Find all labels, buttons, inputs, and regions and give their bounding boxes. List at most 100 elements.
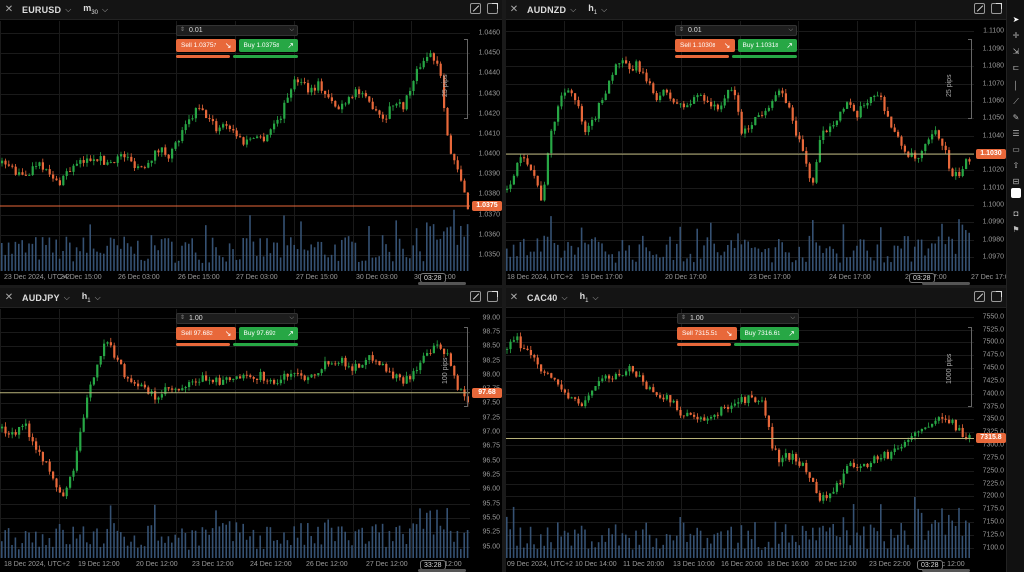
popout-icon[interactable] <box>487 291 498 302</box>
pen-icon[interactable]: ✎ <box>1007 112 1024 124</box>
close-icon[interactable]: ✕ <box>0 292 18 303</box>
volume-bar <box>157 250 159 271</box>
price-chart[interactable] <box>0 21 470 285</box>
pointer-arrow-icon[interactable]: ⇲ <box>1007 46 1024 58</box>
volume-bar <box>509 256 511 271</box>
fibonacci-icon[interactable]: ☰ <box>1007 128 1024 140</box>
candle-body <box>795 120 798 136</box>
price-axis[interactable]: 1.1100 1.1090 1.1080 1.1070 1.1060 1.1050 1.10… <box>974 21 1006 271</box>
price-label-icon[interactable]: ⊟ <box>1007 176 1024 188</box>
price-axis[interactable]: 1.0460 1.0450 1.0440 1.0430 1.0420 1.0410 1.04… <box>470 21 502 271</box>
volume-bar <box>856 245 858 271</box>
chevron-down-icon[interactable]: ⌵ <box>790 314 795 323</box>
trendline-icon[interactable]: ⟋ <box>1007 96 1024 108</box>
color-swatch-icon[interactable] <box>1011 188 1021 198</box>
buy-sentiment-bar <box>232 55 298 58</box>
timeframe-selector[interactable]: m30 <box>83 3 98 16</box>
price-chart[interactable] <box>0 309 470 572</box>
chevron-down-icon[interactable]: ⌵ <box>788 26 793 35</box>
time-axis[interactable]: 23 Dec 2024, UTC+2 24 Dec 15:00 26 Dec 03:… <box>0 271 470 285</box>
timeframe-selector[interactable]: h1 <box>588 3 597 16</box>
buy-button[interactable]: Buy 1.03758 ↗ <box>238 39 298 52</box>
time-axis[interactable]: 09 Dec 2024, UTC+2 10 Dec 14:00 11 Dec 20:… <box>505 558 974 572</box>
popout-icon[interactable] <box>487 3 498 14</box>
sell-button[interactable]: Sell 97.682 ↘ <box>176 327 236 340</box>
arrow-up-icon[interactable]: ⇧ <box>1007 160 1024 172</box>
sell-button[interactable]: Sell 7315.51 ↘ <box>677 327 737 340</box>
chevron-down-icon[interactable]: ⌵ <box>592 293 598 303</box>
crosshair-icon[interactable]: ✛ <box>1007 30 1024 42</box>
edit-icon[interactable] <box>974 291 985 302</box>
alarm-icon[interactable]: ⚑ <box>1007 224 1024 236</box>
candle-body <box>276 383 279 384</box>
chart-panel-audnzd[interactable]: ✕ AUDNZD ⌵ h1 ⌵ 1.1100 1.1090 1.1080 1.1070 1.106… <box>505 0 1006 285</box>
chart-panel-audjpy[interactable]: ✕AUDJPY⌵h1⌵99.0098.7598.5098.2598.0097.7… <box>0 288 502 572</box>
chevron-down-icon[interactable]: ⌵ <box>289 314 294 323</box>
timeframe-selector[interactable]: h1 <box>580 291 589 304</box>
candle-body <box>38 162 41 167</box>
camera-icon[interactable]: ◘ <box>1007 208 1024 220</box>
volume-bar <box>920 512 923 558</box>
time-axis[interactable]: 18 Dec 2024, UTC+2 19 Dec 12:00 20 Dec 12:… <box>0 558 470 572</box>
quantity-input[interactable]: ⇕ 0.01 ⌵ <box>176 25 298 36</box>
chevron-down-icon[interactable]: ⌵ <box>102 5 108 15</box>
edit-icon[interactable] <box>974 3 985 14</box>
sell-button[interactable]: Sell 1.03757 ↘ <box>176 39 236 52</box>
edit-icon[interactable] <box>470 3 481 14</box>
price-axis[interactable]: 99.0098.7598.5098.2598.0097.7597.5097.25… <box>470 309 502 558</box>
price-chart[interactable] <box>505 21 974 285</box>
chart-panel-eurusd[interactable]: ✕ EURUSD ⌵ m30 ⌵ 1.0460 1.0450 1.0440 1.0430 1.04… <box>0 0 502 285</box>
volume-bar <box>103 543 105 558</box>
chevron-down-icon[interactable]: ⌵ <box>601 5 607 15</box>
volume-bar <box>283 215 285 271</box>
chevron-down-icon[interactable]: ⌵ <box>289 26 294 35</box>
edit-icon[interactable] <box>470 291 481 302</box>
chevron-down-icon[interactable]: ⌵ <box>65 5 71 15</box>
candle-body <box>133 382 136 384</box>
stepper-icon[interactable]: ⇕ <box>180 26 185 35</box>
candle-body <box>143 167 146 169</box>
chevron-down-icon[interactable]: ⌵ <box>64 293 70 303</box>
chart-panel-cac40[interactable]: ✕ CAC40 ⌵ h1 ⌵ 7550.0 7525.0 7500.0 7475.0 7450.0… <box>505 288 1006 572</box>
volume-bar <box>143 260 146 271</box>
price-tick: 1.1050 <box>982 114 1004 122</box>
candle-body <box>201 375 204 382</box>
cursor-icon[interactable]: ➤ <box>1007 14 1024 26</box>
buy-button[interactable]: Buy 7316.61 ↗ <box>739 327 799 340</box>
candle-body <box>965 159 968 170</box>
timeframe-selector[interactable]: h1 <box>82 291 91 304</box>
panel-divider-horizontal[interactable] <box>0 285 1006 288</box>
stepper-icon[interactable]: ⇕ <box>679 26 684 35</box>
close-icon[interactable]: ✕ <box>505 4 523 15</box>
volume-bar <box>276 242 278 271</box>
volume-bar <box>218 526 221 558</box>
popout-icon[interactable] <box>991 291 1002 302</box>
price-chart[interactable] <box>505 309 974 572</box>
chevron-down-icon[interactable]: ⌵ <box>570 5 576 15</box>
candle-body <box>757 401 760 403</box>
close-icon[interactable]: ✕ <box>0 4 18 15</box>
candle-body <box>242 137 245 145</box>
stepper-icon[interactable]: ⇕ <box>681 314 686 323</box>
volume-bar <box>21 543 23 558</box>
buy-button[interactable]: Buy 1.10318 ↗ <box>737 39 797 52</box>
sell-button[interactable]: Sell 1.10308 ↘ <box>675 39 735 52</box>
vertical-line-icon[interactable]: │ <box>1007 80 1024 92</box>
close-icon[interactable]: ✕ <box>505 292 523 303</box>
buy-button[interactable]: Buy 97.692 ↗ <box>238 327 298 340</box>
quantity-input[interactable]: ⇕ 1.00 ⌵ <box>677 313 799 324</box>
popout-icon[interactable] <box>991 3 1002 14</box>
candle-body <box>682 415 685 417</box>
time-axis[interactable]: 18 Dec 2024, UTC+2 19 Dec 17:00 20 Dec 17:… <box>505 271 1006 285</box>
chevron-down-icon[interactable]: ⌵ <box>562 293 568 303</box>
stepper-icon[interactable]: ⇕ <box>180 314 185 323</box>
volume-bar <box>426 512 428 558</box>
candle-body <box>890 116 893 128</box>
candle-body <box>744 128 747 134</box>
split-layout-icon[interactable]: ⊏ <box>1007 62 1024 74</box>
quantity-input[interactable]: ⇕ 1.00 ⌵ <box>176 313 298 324</box>
quantity-input[interactable]: ⇕ 0.01 ⌵ <box>675 25 797 36</box>
rectangle-icon[interactable]: ▭ <box>1007 144 1024 156</box>
chevron-down-icon[interactable]: ⌵ <box>95 293 101 303</box>
volume-bar <box>812 527 814 558</box>
